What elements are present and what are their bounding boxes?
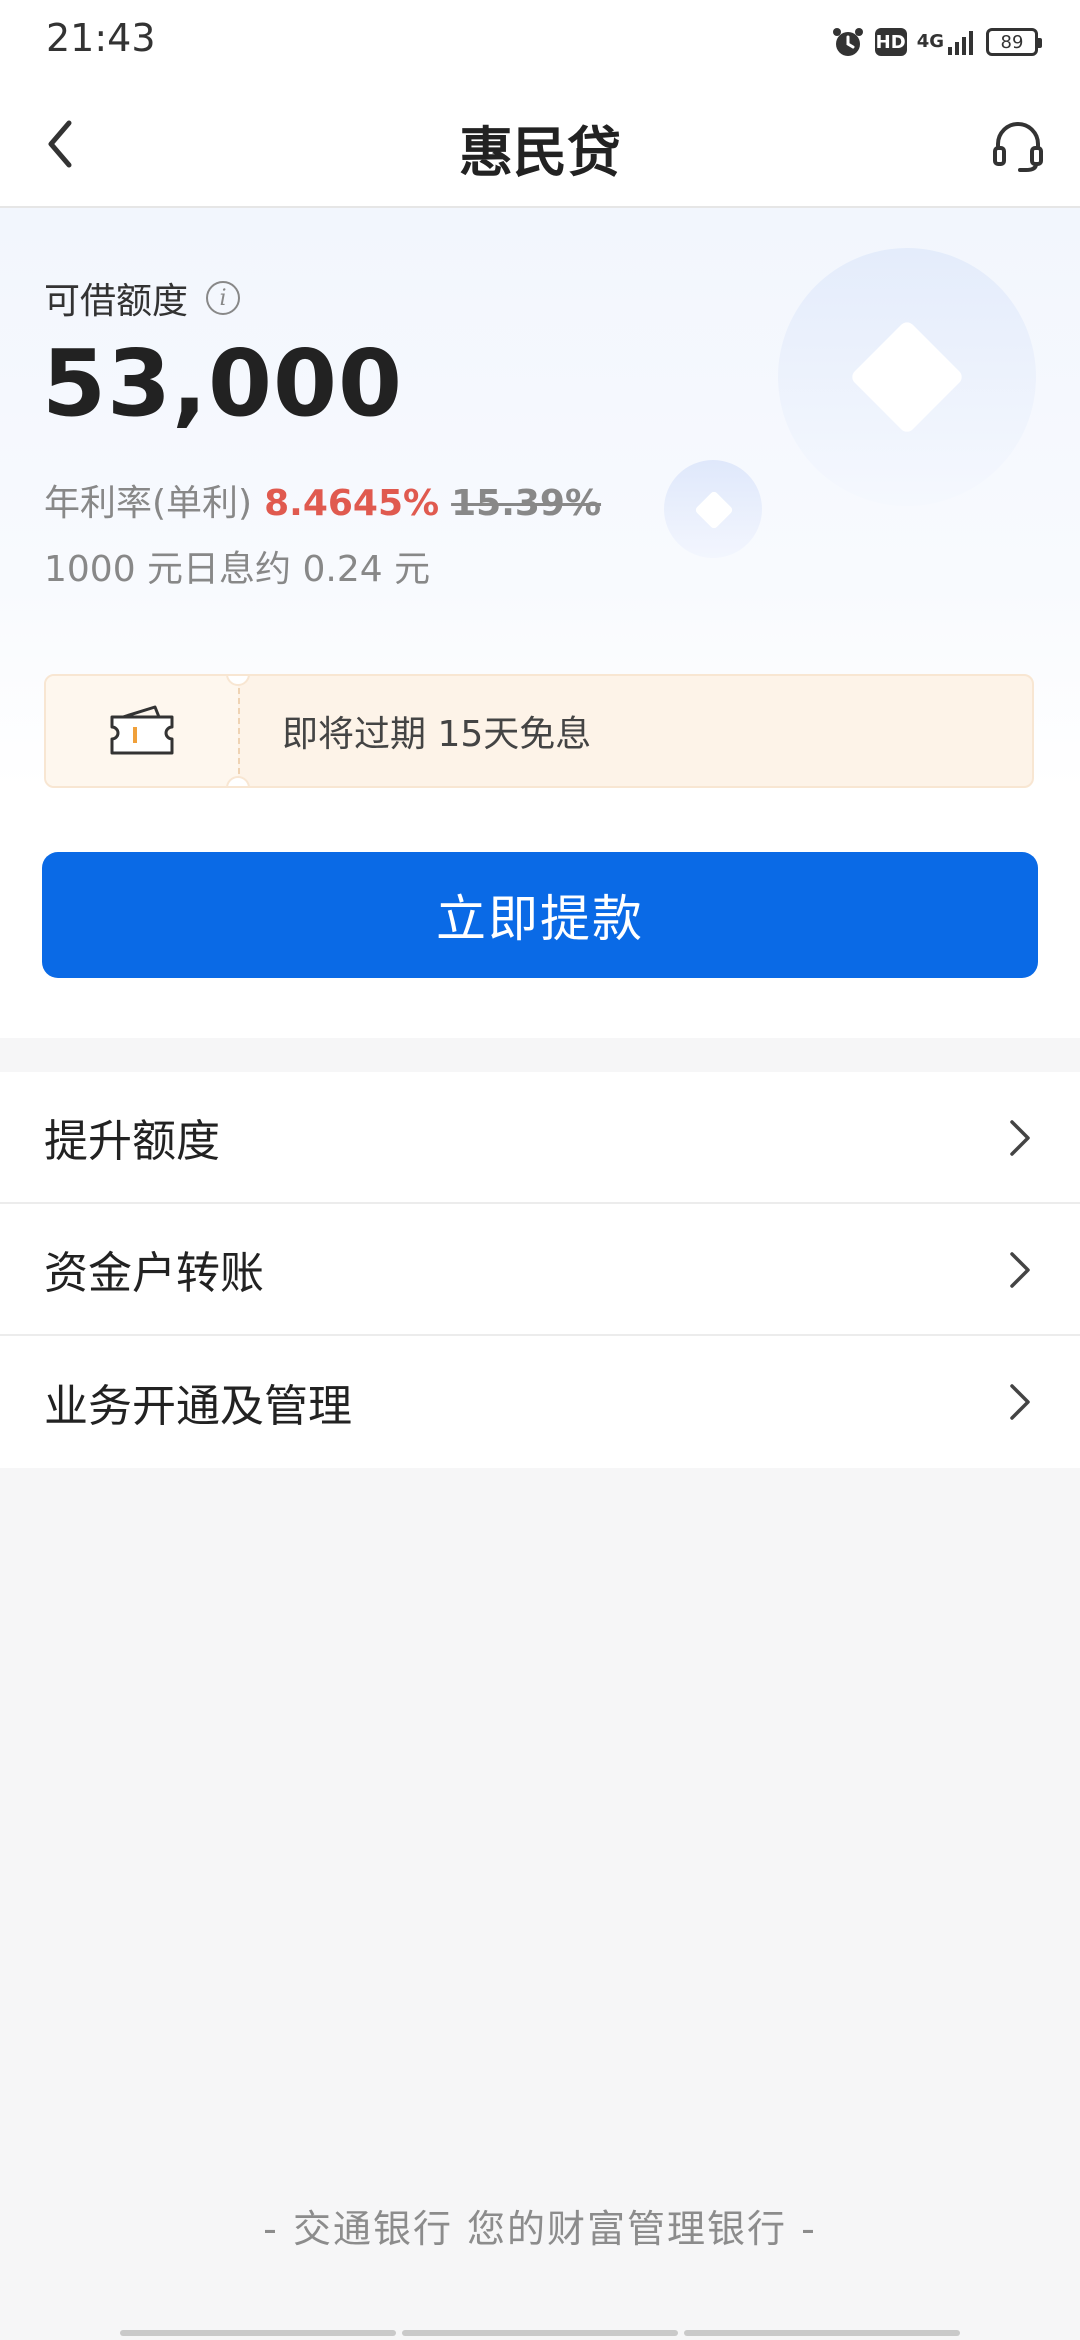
- gesture-bar-segment: [120, 2330, 396, 2336]
- rate-label: 年利率(单利): [44, 483, 253, 524]
- status-icons: HD 4G 89: [831, 22, 1042, 62]
- customer-service-button[interactable]: [986, 114, 1050, 178]
- battery-icon: 89: [986, 28, 1042, 56]
- network-type: 4G: [916, 31, 944, 52]
- page-title: 惠民贷: [459, 121, 621, 184]
- menu-item-label: 提升额度: [44, 1116, 220, 1167]
- menu-item-service-management[interactable]: 业务开通及管理: [0, 1336, 1080, 1468]
- signal-icon: 4G: [917, 27, 976, 57]
- withdraw-now-button[interactable]: 立即提款: [42, 852, 1038, 978]
- menu-item-fund-transfer[interactable]: 资金户转账: [0, 1204, 1080, 1336]
- daily-interest: 1000 元日息约 0.24 元: [44, 549, 431, 590]
- coupon-banner[interactable]: 即将过期 15天免息: [44, 674, 1034, 788]
- coupon-text: 即将过期 15天免息: [282, 714, 592, 755]
- headset-icon: [993, 122, 1043, 172]
- chevron-right-icon: [1000, 1248, 1040, 1292]
- credit-card: 可借额度 i 53,000 年利率(单利) 8.4645% 15.39% 100…: [0, 208, 1080, 1038]
- coupon-icon-area: [46, 676, 238, 786]
- menu-item-raise-limit[interactable]: 提升额度: [0, 1072, 1080, 1204]
- ticket-icon: [110, 705, 174, 755]
- gesture-bar: [120, 2330, 960, 2336]
- coupon-notch-bottom: [226, 776, 250, 786]
- gesture-bar-segment: [684, 2330, 960, 2336]
- footer-slogan: - 交通银行 您的财富管理银行 -: [263, 2207, 817, 2251]
- chevron-right-icon: [1000, 1116, 1040, 1160]
- menu-item-label: 业务开通及管理: [44, 1381, 352, 1432]
- menu-item-label: 资金户转账: [44, 1248, 264, 1299]
- info-icon[interactable]: i: [206, 281, 241, 315]
- available-credit-label: 可借额度 i: [44, 272, 241, 324]
- credit-amount: 53,000: [42, 330, 404, 437]
- alarm-icon: [831, 25, 865, 59]
- interest-rate-line: 年利率(单利) 8.4645% 15.39%: [44, 474, 601, 526]
- coupon-divider: [238, 688, 240, 774]
- menu-list: 提升额度 资金户转账 业务开通及管理: [0, 1072, 1080, 1468]
- status-time: 21:43: [46, 16, 156, 60]
- rate-current: 8.4645%: [264, 483, 440, 524]
- available-credit-text: 可借额度: [44, 281, 189, 322]
- hd-badge: HD: [874, 28, 907, 56]
- chevron-right-icon: [1000, 1380, 1040, 1424]
- status-bar: 21:43 HD 4G 89: [0, 0, 1080, 84]
- rate-original: 15.39%: [451, 483, 602, 524]
- nav-bar: 惠民贷: [0, 84, 1080, 208]
- gesture-bar-segment: [402, 2330, 678, 2336]
